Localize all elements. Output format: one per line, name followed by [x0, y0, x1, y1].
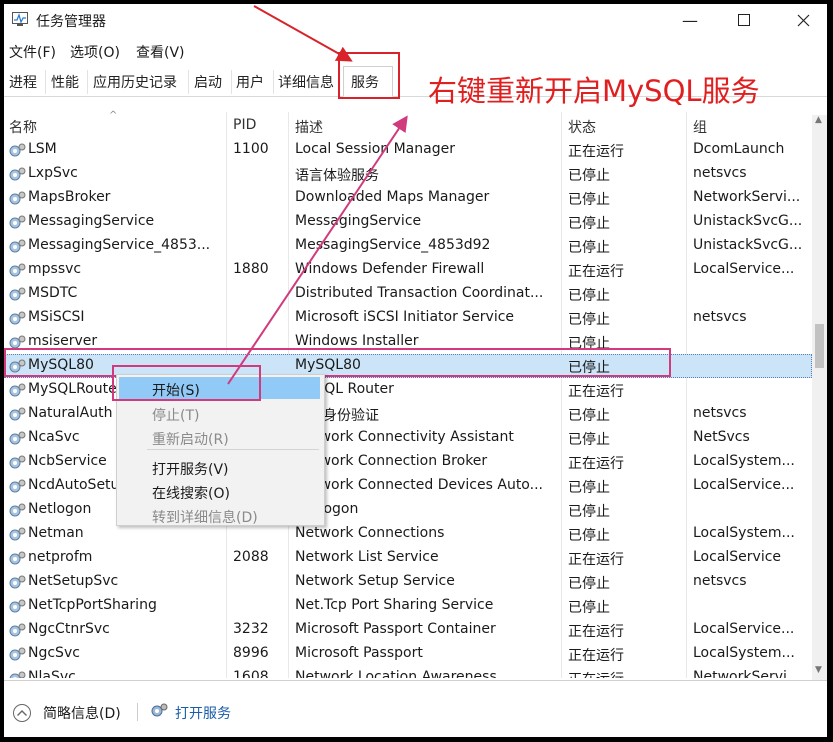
annotation-arrows — [227, 5, 408, 385]
task-manager-window: 任务管理器 — 文件(F) 选项(O) 查看(V) 进程 性能 应用历史记录 启… — [4, 4, 827, 737]
annotation-arrow-from-start — [227, 115, 408, 385]
annotation-arrow-to-tab — [253, 5, 353, 62]
